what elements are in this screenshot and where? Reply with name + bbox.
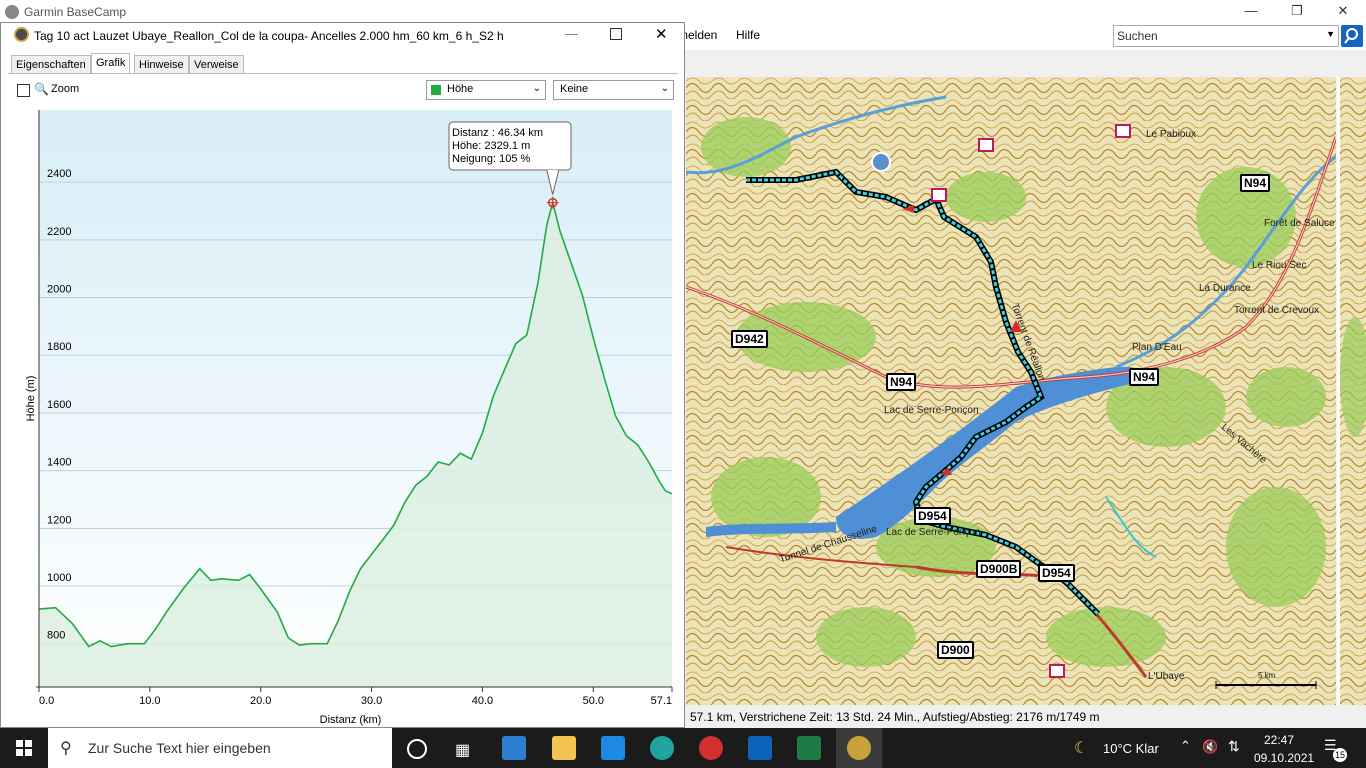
opera-icon[interactable]: [699, 736, 723, 760]
x-axis-label: Distanz (km): [320, 714, 382, 726]
road-shield: N94: [886, 373, 917, 391]
x-tick-label: 50.0: [583, 695, 604, 707]
tooltip-line: Höhe: 2329.1 m: [452, 140, 530, 152]
tab-divider: [8, 73, 678, 74]
map-view[interactable]: Le Pabioux Forêt de Saluce Le Riou Sec L…: [686, 77, 1336, 705]
road-shield: N94: [1129, 368, 1160, 386]
chevron-up-icon[interactable]: ⌃: [1180, 738, 1191, 754]
weather-text[interactable]: 10°C Klar: [1103, 741, 1159, 756]
map-label: Plan D'Eau: [1132, 342, 1182, 353]
tooltip-line: Distanz : 46.34 km: [452, 127, 543, 139]
y-tick-label: 1200: [47, 514, 71, 526]
minimize-icon[interactable]: —: [565, 26, 578, 41]
map-label: Lac de Serre-Ponçon: [884, 405, 979, 416]
hiker-icon: [871, 152, 891, 172]
y-tick-label: 1000: [47, 572, 71, 584]
outlook-icon[interactable]: [748, 736, 772, 760]
moon-weather-icon: ☾: [1074, 740, 1089, 757]
series-select[interactable]: Höhe ⌄: [426, 80, 546, 100]
road-shield: D954: [1038, 564, 1075, 582]
road-shield: D900: [937, 641, 974, 659]
y-tick-label: 2400: [47, 168, 71, 180]
road-shield: D900B: [976, 560, 1022, 578]
secondary-select[interactable]: Keine ⌄: [553, 80, 674, 100]
map-label: Le Pabioux: [1146, 129, 1197, 140]
clock-date[interactable]: 09.10.2021: [1254, 751, 1314, 765]
edge-icon[interactable]: [650, 736, 674, 760]
maximize-icon[interactable]: ❐: [1274, 0, 1320, 24]
y-tick-label: 800: [47, 630, 65, 642]
menu-item-hilfe[interactable]: Hilfe: [736, 28, 760, 42]
file-explorer-icon[interactable]: [552, 736, 576, 760]
notification-badge: 15: [1333, 748, 1347, 762]
map-label: L'Ubaye: [1148, 671, 1185, 682]
tab-hinweise[interactable]: Hinweise: [134, 55, 189, 74]
search-icon: [1344, 28, 1358, 44]
basecamp-logo-icon: [5, 5, 19, 19]
topo-map-graphic: [686, 77, 1336, 705]
magnifier-icon: 🔍: [34, 82, 49, 96]
y-tick-label: 2000: [47, 284, 71, 296]
tab-eigenschaften[interactable]: Eigenschaften: [11, 55, 91, 74]
x-tick-label: 0.0: [39, 695, 54, 707]
status-text: 57.1 km, Verstrichene Zeit: 13 Std. 24 M…: [690, 710, 1100, 724]
search-button[interactable]: [1341, 25, 1363, 47]
clock-time[interactable]: 22:47: [1254, 733, 1304, 747]
speaker-muted-icon[interactable]: 🔇: [1202, 739, 1218, 755]
chevron-down-icon: ⌄: [660, 83, 669, 94]
map-view-secondary[interactable]: [1340, 77, 1366, 705]
x-tick-label: 40.0: [472, 695, 493, 707]
windows-start-icon[interactable]: [16, 740, 32, 756]
basecamp-app-icon: [847, 736, 871, 760]
search-icon: ⚲: [60, 740, 72, 757]
network-icon[interactable]: ⇅: [1228, 738, 1240, 755]
y-axis-label: Höhe (m): [25, 376, 37, 422]
y-tick-label: 1400: [47, 457, 71, 469]
y-tick-label: 1800: [47, 341, 71, 353]
zoom-checkbox[interactable]: [17, 84, 30, 97]
store-icon[interactable]: [502, 736, 526, 760]
y-tick-label: 1600: [47, 399, 71, 411]
x-tick-label: 30.0: [361, 695, 382, 707]
road-shield: D942: [731, 330, 768, 348]
app-title: Garmin BaseCamp: [24, 5, 127, 19]
x-tick-label: 10.0: [139, 695, 160, 707]
search-input[interactable]: Suchen ▼: [1113, 25, 1339, 47]
scale-label: 5 km: [1258, 671, 1276, 680]
tab-verweise[interactable]: Verweise: [189, 55, 244, 74]
mail-icon[interactable]: [601, 736, 625, 760]
excel-icon[interactable]: [797, 736, 821, 760]
app-titlebar: [0, 0, 1366, 24]
task-view-icon[interactable]: ▦: [455, 740, 470, 760]
map-label: Lac de Serre-Ponçon: [886, 527, 981, 538]
map-label: Torrent de Crevoux: [1234, 305, 1320, 316]
basecamp-logo-icon: [14, 27, 29, 42]
secondary-select-value: Keine: [560, 83, 589, 95]
tooltip-line: Neigung: 105 %: [452, 153, 530, 165]
road-shield: N94: [1240, 174, 1271, 192]
map-label: Le Riou Sec: [1252, 260, 1307, 271]
elevation-chart[interactable]: 800 1000 1200 1400 1600 1800 2000 2200 2400 0.0 1…: [0, 100, 685, 728]
x-tick-label: 57.1: [651, 695, 672, 707]
x-tick-labels: 0.0 10.0 20.0 30.0 40.0 50.0 57.1: [39, 695, 672, 707]
cortana-icon[interactable]: [407, 739, 427, 759]
close-icon[interactable]: ✕: [1320, 0, 1366, 24]
dialog-title: Tag 10 act Lauzet Ubaye_Reallon_Col de l…: [34, 29, 504, 43]
taskbar-search-text: Zur Suche Text hier eingeben: [88, 740, 271, 756]
x-tick-label: 20.0: [250, 695, 271, 707]
maximize-icon[interactable]: [610, 28, 622, 40]
chevron-down-icon[interactable]: ▼: [1326, 29, 1335, 39]
zoom-label: Zoom: [51, 83, 80, 95]
series-color-swatch: [431, 85, 441, 95]
map-label: Forêt de Saluce: [1264, 218, 1335, 229]
close-icon[interactable]: ✕: [655, 25, 668, 43]
series-select-value: Höhe: [447, 83, 474, 95]
search-placeholder: Suchen: [1117, 29, 1158, 43]
y-tick-label: 2200: [47, 226, 71, 238]
minimize-icon[interactable]: —: [1228, 0, 1274, 24]
tab-grafik[interactable]: Grafik: [91, 53, 131, 74]
road-shield: D954: [914, 507, 951, 525]
chevron-down-icon: ⌄: [532, 83, 541, 94]
map-label: La Durance: [1199, 283, 1251, 294]
